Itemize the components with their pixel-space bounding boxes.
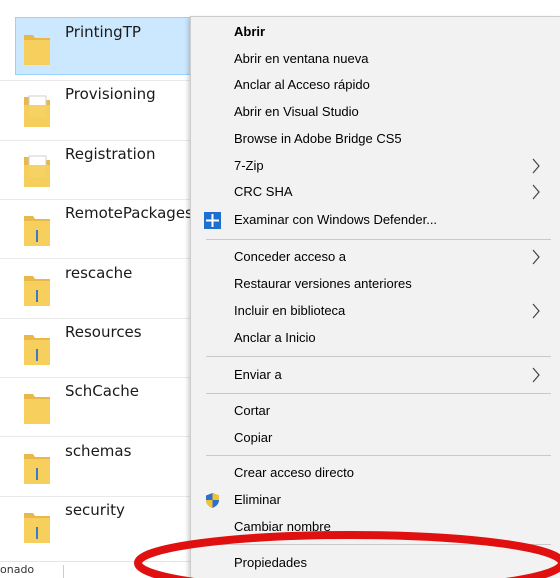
folder-zip-icon: [22, 507, 52, 545]
menu-item-7zip[interactable]: 7-Zip: [191, 153, 560, 179]
menu-item-abrir-ventana-nueva[interactable]: Abrir en ventana nueva: [191, 46, 560, 72]
menu-item-label: Crear acceso directo: [234, 465, 354, 480]
file-item-registration[interactable]: Registration: [15, 139, 190, 197]
file-name: SchCache: [65, 382, 139, 400]
status-bar: onado: [0, 561, 190, 578]
menu-item-examinar-windows-defender[interactable]: Examinar con Windows Defender...: [191, 207, 560, 233]
menu-item-anclar-inicio[interactable]: Anclar a Inicio: [191, 325, 560, 351]
menu-item-label: Abrir en Visual Studio: [234, 104, 359, 119]
folder-doc-icon: [22, 91, 52, 129]
menu-item-label: Anclar al Acceso rápido: [234, 77, 370, 92]
menu-item-label: CRC SHA: [234, 184, 293, 199]
file-item-printingtp[interactable]: PrintingTP: [15, 17, 190, 75]
windows-defender-icon: [204, 212, 221, 229]
menu-separator: [206, 393, 551, 394]
chevron-right-icon: [531, 298, 547, 324]
file-name: Provisioning: [65, 85, 156, 103]
file-item-provisioning[interactable]: Provisioning: [15, 79, 190, 137]
folder-doc-icon: [22, 151, 52, 189]
menu-item-label: Eliminar: [234, 492, 281, 507]
file-item-security[interactable]: security: [15, 495, 190, 553]
menu-item-label: Restaurar versiones anteriores: [234, 276, 412, 291]
context-menu: Abrir Abrir en ventana nueva Anclar al A…: [190, 16, 560, 578]
status-divider: [63, 565, 64, 578]
menu-item-label: Anclar a Inicio: [234, 330, 316, 345]
file-name: schemas: [65, 442, 132, 460]
menu-item-crear-acceso-directo[interactable]: Crear acceso directo: [191, 460, 560, 486]
shield-icon: [204, 492, 221, 509]
menu-separator: [206, 239, 551, 240]
file-name: RemotePackages: [65, 204, 190, 222]
menu-item-cortar[interactable]: Cortar: [191, 398, 560, 424]
menu-separator: [206, 356, 551, 357]
menu-item-label: Incluir en biblioteca: [234, 303, 346, 318]
file-name: Resources: [65, 323, 142, 341]
menu-item-label: Abrir: [234, 24, 266, 39]
file-item-rescache[interactable]: rescache: [15, 258, 190, 316]
menu-item-label: Abrir en ventana nueva: [234, 51, 369, 66]
menu-separator: [206, 455, 551, 456]
menu-item-conceder-acceso[interactable]: Conceder acceso a: [191, 244, 560, 270]
menu-item-abrir[interactable]: Abrir: [191, 19, 560, 45]
folder-icon: [22, 29, 52, 67]
menu-item-enviar-a[interactable]: Enviar a: [191, 362, 560, 388]
file-item-schcache[interactable]: SchCache: [15, 376, 190, 434]
menu-item-label: Propiedades: [234, 555, 307, 570]
menu-item-copiar[interactable]: Copiar: [191, 425, 560, 451]
status-text: onado: [0, 563, 35, 576]
menu-item-label: Copiar: [234, 430, 273, 445]
menu-item-abrir-visual-studio[interactable]: Abrir en Visual Studio: [191, 99, 560, 125]
menu-item-label: Conceder acceso a: [234, 249, 347, 264]
menu-item-label: 7-Zip: [234, 158, 264, 173]
file-item-schemas[interactable]: schemas: [15, 436, 190, 494]
folder-zip-icon: [22, 329, 52, 367]
file-explorer-pane: PrintingTP Provisioning Registration Rem…: [0, 0, 190, 578]
folder-icon: [22, 388, 52, 426]
menu-item-label: Examinar con Windows Defender...: [234, 212, 438, 227]
file-name: rescache: [65, 264, 133, 282]
file-name: PrintingTP: [65, 23, 141, 41]
chevron-right-icon: [531, 244, 547, 270]
menu-item-label: Browse in Adobe Bridge CS5: [234, 131, 402, 146]
menu-item-restaurar-versiones[interactable]: Restaurar versiones anteriores: [191, 271, 560, 297]
menu-item-label: Cambiar nombre: [234, 519, 331, 534]
folder-zip-icon: [22, 448, 52, 486]
menu-separator: [206, 544, 551, 545]
chevron-right-icon: [531, 179, 547, 205]
menu-item-crc-sha[interactable]: CRC SHA: [191, 179, 560, 205]
menu-item-browse-adobe-bridge[interactable]: Browse in Adobe Bridge CS5: [191, 126, 560, 152]
folder-zip-icon: [22, 210, 52, 248]
menu-item-label: Cortar: [234, 403, 271, 418]
menu-item-eliminar[interactable]: Eliminar: [191, 487, 560, 513]
folder-zip-icon: [22, 270, 52, 308]
chevron-right-icon: [531, 153, 547, 179]
chevron-right-icon: [531, 362, 547, 388]
menu-item-anclar-acceso-rapido[interactable]: Anclar al Acceso rápido: [191, 72, 560, 98]
menu-item-propiedades[interactable]: Propiedades: [191, 550, 560, 576]
file-name: security: [65, 501, 125, 519]
file-name: Registration: [65, 145, 156, 163]
file-item-resources[interactable]: Resources: [15, 317, 190, 375]
menu-item-incluir-biblioteca[interactable]: Incluir en biblioteca: [191, 298, 560, 324]
menu-item-label: Enviar a: [234, 367, 282, 382]
file-item-remotepackages[interactable]: RemotePackages: [15, 198, 190, 256]
menu-item-cambiar-nombre[interactable]: Cambiar nombre: [191, 514, 560, 540]
